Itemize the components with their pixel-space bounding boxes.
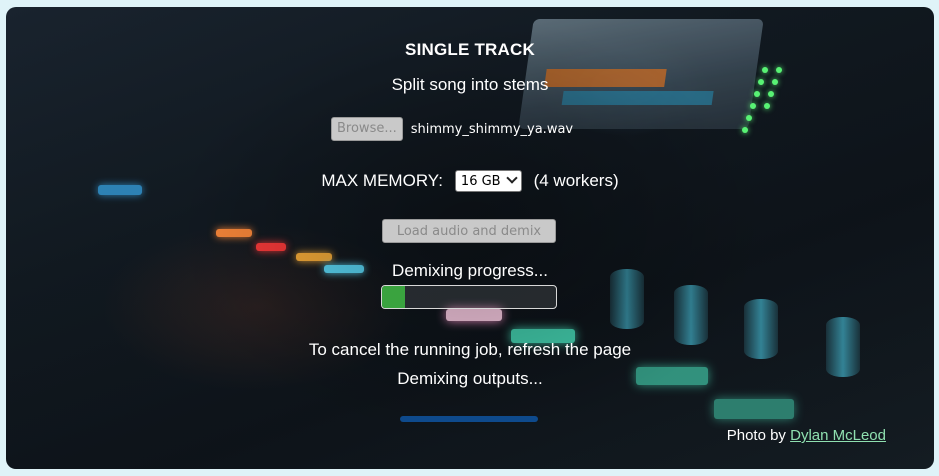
- demixing-progress-bar: [381, 285, 557, 309]
- photo-credit: Photo by Dylan McLeod: [727, 427, 886, 444]
- page-subtitle: Split song into stems: [391, 75, 549, 94]
- max-memory-row: MAX MEMORY: 16 GB (4 workers): [6, 170, 934, 192]
- browse-button[interactable]: Browse...: [331, 117, 403, 141]
- max-memory-label: MAX MEMORY:: [321, 171, 443, 190]
- photo-credit-prefix: Photo by: [726, 427, 791, 444]
- max-memory-select[interactable]: 16 GB: [454, 170, 522, 192]
- chevron-down-icon: [505, 172, 518, 184]
- demixing-outputs-label: Demixing outputs...: [397, 369, 543, 388]
- load-and-demix-button[interactable]: Load audio and demix: [382, 219, 556, 243]
- outputs-loading-bar: [400, 416, 538, 422]
- photo-author-link[interactable]: Dylan McLeod: [790, 427, 886, 444]
- page-title: SINGLE TRACK: [405, 40, 535, 59]
- demixing-progress-fill: [382, 286, 405, 308]
- workers-count: (4 workers): [533, 171, 619, 190]
- selected-file-name: shimmy_shimmy_ya.wav: [410, 121, 574, 137]
- cancel-instructions: To cancel the running job, refresh the p…: [308, 340, 632, 359]
- demixing-progress-label: Demixing progress...: [392, 261, 548, 280]
- max-memory-selected-value: 16 GB: [460, 173, 501, 189]
- file-input-row: Browse... shimmy_shimmy_ya.wav: [331, 116, 573, 142]
- main-content: SINGLE TRACK Split song into stems Brows…: [6, 7, 934, 469]
- app-card: SINGLE TRACK Split song into stems Brows…: [6, 7, 934, 469]
